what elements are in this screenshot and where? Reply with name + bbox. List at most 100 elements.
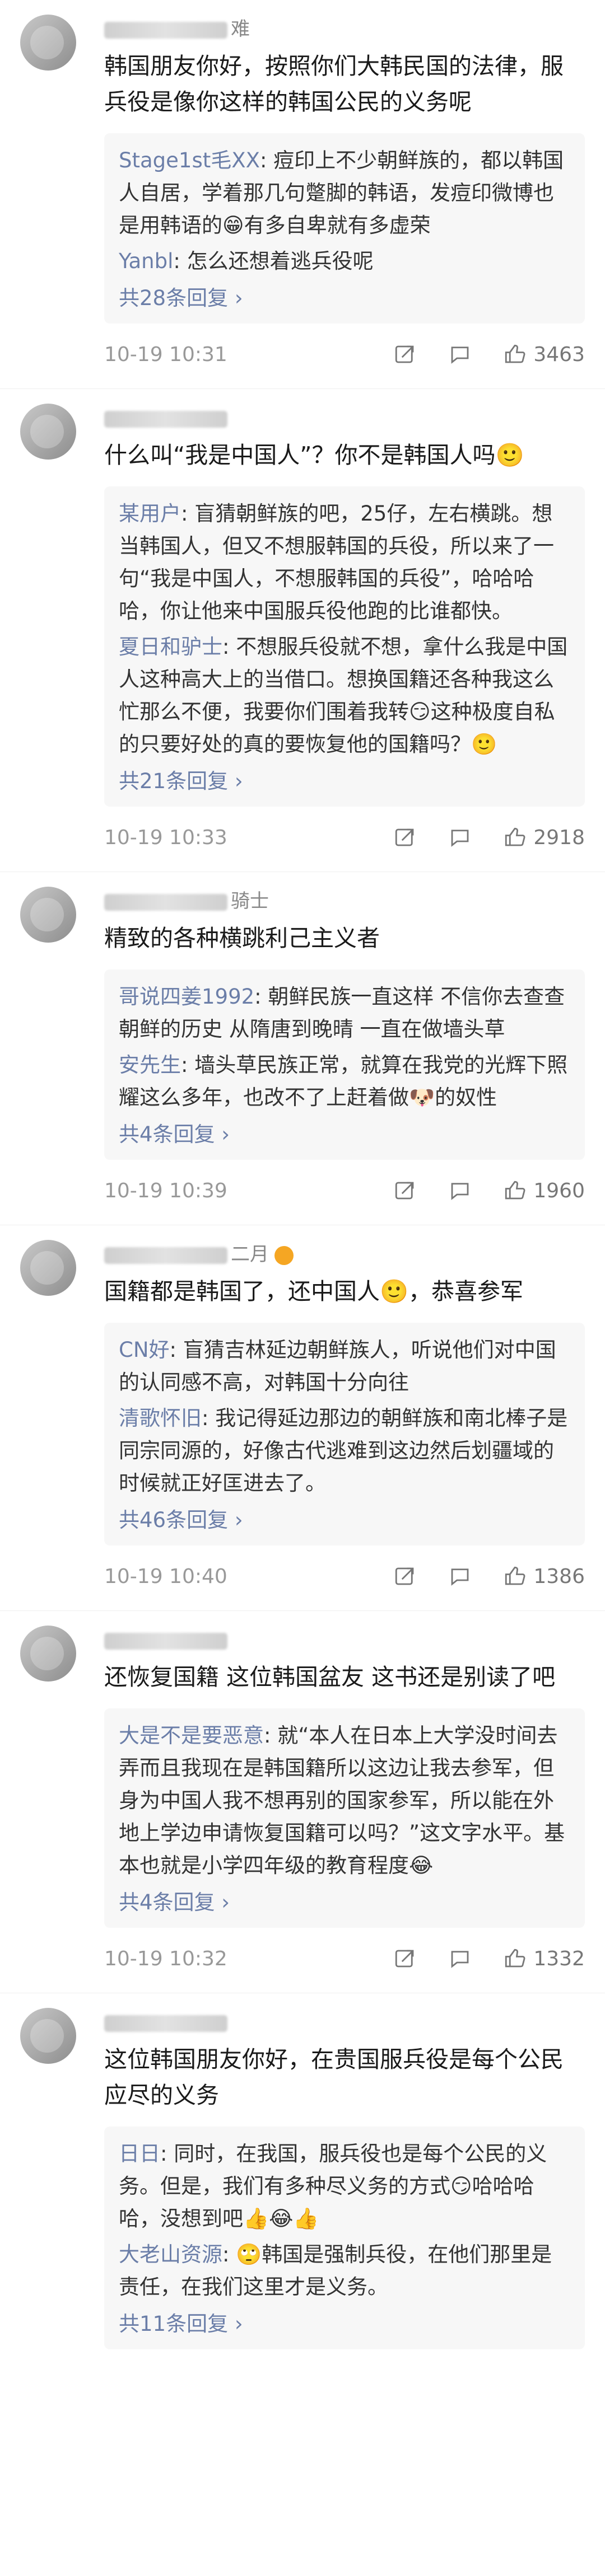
reply-text: 盲猜吉林延边朝鲜族人，听说他们对中国的认同感不高，对韩国十分向往 xyxy=(119,1338,556,1394)
reply-item: 大是不是要恶意: 就“本人在日本上大学没时间去弄而且我现在是韩国籍所以这边让我去… xyxy=(119,1723,565,1877)
share-icon xyxy=(395,1950,414,1968)
share-icon xyxy=(395,1182,414,1200)
thumbs-up-icon xyxy=(505,344,525,363)
reply-username[interactable]: Stage1st毛XX xyxy=(119,148,260,172)
avatar[interactable] xyxy=(20,15,76,71)
view-replies-link[interactable]: 共28条回复 › xyxy=(119,281,570,311)
timestamp: 10-19 10:31 xyxy=(104,343,227,366)
avatar[interactable] xyxy=(20,1240,76,1296)
reply-item: CN好: 盲猜吉林延边朝鲜族人，听说他们对中国的认同感不高，对韩国十分向往 xyxy=(119,1338,556,1394)
share-icon xyxy=(395,1567,414,1585)
avatar[interactable] xyxy=(20,2008,76,2064)
view-replies-link[interactable]: 共11条回复 › xyxy=(119,2307,570,2337)
reply-box[interactable]: Stage1st毛XX: 痘印上不少朝鲜族的，都以韩国人自居，学着那几句蹩脚的韩… xyxy=(104,133,585,324)
comment-footer: 10-19 10:40 1386 xyxy=(104,1562,585,1590)
like-button[interactable]: 1332 xyxy=(503,1947,585,1970)
username[interactable] xyxy=(104,1624,585,1656)
comment-button[interactable] xyxy=(448,343,472,366)
avatar[interactable] xyxy=(20,404,76,460)
timestamp: 10-19 10:33 xyxy=(104,826,227,849)
timestamp: 10-19 10:40 xyxy=(104,1565,227,1588)
comment-item: 二月 国籍都是韩国了，还中国人🙂，恭喜参军 CN好: 盲猜吉林延边朝鲜族人，听说… xyxy=(0,1225,605,1611)
comment-footer: 10-19 10:33 2918 xyxy=(104,823,585,851)
reply-item: 清歌怀旧: 我记得延边那边的朝鲜族和南北棒子是同宗同源的，好像古代逃难到这边然后… xyxy=(119,1406,568,1495)
comment-icon xyxy=(451,1568,469,1586)
reply-text: 墙头草民族正常，就算在我党的光辉下照耀这么多年，也改不了上赶着做🐶的奴性 xyxy=(119,1053,568,1109)
reply-text: 怎么还想着逃兵役呢 xyxy=(187,249,374,273)
comment-text: 国籍都是韩国了，还中国人🙂，恭喜参军 xyxy=(104,1278,524,1305)
reply-box[interactable]: 大是不是要恶意: 就“本人在日本上大学没时间去弄而且我现在是韩国籍所以这边让我去… xyxy=(104,1708,585,1928)
reply-item: 夏日和驴士: 不想服兵役就不想，拿什么我是中国人这种高大上的当借口。想换国籍还各… xyxy=(119,635,568,756)
like-button[interactable]: 2918 xyxy=(503,826,585,849)
comment-list: 难 韩国朋友你好，按照你们大韩民国的法律，服兵役是像你这样的韩国公民的义务呢 S… xyxy=(0,0,605,2369)
avatar[interactable] xyxy=(20,1626,76,1682)
reply-item: 日日: 同时，在我国，服兵役也是每个公民的义务。但是，我们有多种尽义务的方式😏哈… xyxy=(119,2142,547,2231)
reply-box[interactable]: CN好: 盲猜吉林延边朝鲜族人，听说他们对中国的认同感不高，对韩国十分向往 清歌… xyxy=(104,1323,585,1545)
username[interactable] xyxy=(104,2007,585,2038)
view-replies-link[interactable]: 共46条回复 › xyxy=(119,1503,570,1533)
share-button[interactable] xyxy=(393,826,417,849)
comment-footer: 10-19 10:39 1960 xyxy=(104,1177,585,1205)
comment-button[interactable] xyxy=(448,1179,472,1202)
reply-item: 某用户: 盲猜朝鲜族的吧，25仔，左右横跳。想当韩国人，但又不想服韩国的兵役，所… xyxy=(119,502,554,623)
reply-username[interactable]: CN好 xyxy=(119,1338,170,1362)
reply-username[interactable]: 哥说四姜1992 xyxy=(119,985,254,1009)
like-button[interactable]: 1386 xyxy=(503,1565,585,1588)
thumbs-up-icon xyxy=(505,827,525,846)
comment-item: 骑士 精致的各种横跳利己主义者 哥说四姜1992: 朝鲜民族一直这样 不信你去查… xyxy=(0,872,605,1225)
like-button[interactable]: 3463 xyxy=(503,343,585,366)
comment-button[interactable] xyxy=(448,1565,472,1588)
reply-box[interactable]: 哥说四姜1992: 朝鲜民族一直这样 不信你去查查朝鲜的历史 从隋唐到晚晴 一直… xyxy=(104,969,585,1160)
view-replies-link[interactable]: 共21条回复 › xyxy=(119,764,570,794)
comment-item: 难 韩国朋友你好，按照你们大韩民国的法律，服兵役是像你这样的韩国公民的义务呢 S… xyxy=(0,0,605,389)
comment-footer: 10-19 10:31 3463 xyxy=(104,340,585,368)
view-replies-link[interactable]: 共4条回复 › xyxy=(119,1885,570,1915)
like-count: 1386 xyxy=(533,1565,585,1588)
username[interactable] xyxy=(104,402,585,434)
share-button[interactable] xyxy=(393,343,417,366)
view-replies-link[interactable]: 共4条回复 › xyxy=(119,1117,570,1148)
comment-text: 韩国朋友你好，按照你们大韩民国的法律，服兵役是像你这样的韩国公民的义务呢 xyxy=(104,53,564,115)
thumbs-up-icon xyxy=(505,1181,525,1200)
reply-username[interactable]: 日日 xyxy=(119,2142,160,2166)
thumbs-up-icon xyxy=(505,1949,525,1968)
comment-text: 还恢复国籍 这位韩国盆友 这书还是别读了吧 xyxy=(104,1664,556,1690)
username[interactable]: 难 xyxy=(104,13,585,45)
reply-text: 同时，在我国，服兵役也是每个公民的义务。但是，我们有多种尽义务的方式😏哈哈哈哈，… xyxy=(119,2142,547,2231)
username-suffix: 二月 xyxy=(231,1243,269,1266)
username-suffix: 难 xyxy=(231,18,250,40)
reply-username[interactable]: 大是不是要恶意 xyxy=(119,1723,264,1748)
reply-username[interactable]: 清歌怀旧 xyxy=(119,1406,202,1430)
avatar[interactable] xyxy=(20,887,76,943)
reply-item: Stage1st毛XX: 痘印上不少朝鲜族的，都以韩国人自居，学着那几句蹩脚的韩… xyxy=(119,148,564,237)
share-button[interactable] xyxy=(393,1179,417,1202)
reply-username[interactable]: 安先生 xyxy=(119,1053,181,1077)
comment-text: 精致的各种横跳利己主义者 xyxy=(104,925,380,952)
comment-button[interactable] xyxy=(448,826,472,849)
comment-icon xyxy=(451,1183,469,1200)
reply-item: 安先生: 墙头草民族正常，就算在我党的光辉下照耀这么多年，也改不了上赶着做🐶的奴… xyxy=(119,1053,568,1109)
comment-item: 什么叫“我是中国人”？你不是韩国人吗🙂 某用户: 盲猜朝鲜族的吧，25仔，左右横… xyxy=(0,389,605,872)
comment-text: 什么叫“我是中国人”？你不是韩国人吗🙂 xyxy=(104,442,524,469)
comment-icon xyxy=(451,346,469,364)
reply-box[interactable]: 某用户: 盲猜朝鲜族的吧，25仔，左右横跳。想当韩国人，但又不想服韩国的兵役，所… xyxy=(104,486,585,807)
share-button[interactable] xyxy=(393,1947,417,1970)
comment-button[interactable] xyxy=(448,1947,472,1970)
reply-username[interactable]: 大老山资源 xyxy=(119,2242,222,2266)
reply-username[interactable]: 夏日和驴士 xyxy=(119,635,222,659)
reply-username[interactable]: 某用户 xyxy=(119,502,181,526)
reply-box[interactable]: 日日: 同时，在我国，服兵役也是每个公民的义务。但是，我们有多种尽义务的方式😏哈… xyxy=(104,2127,585,2349)
member-badge-icon xyxy=(274,1245,294,1265)
like-count: 1960 xyxy=(533,1179,585,1202)
share-icon xyxy=(395,828,414,846)
username[interactable]: 二月 xyxy=(104,1239,585,1270)
reply-username[interactable]: Yanbl xyxy=(119,249,173,273)
share-button[interactable] xyxy=(393,1565,417,1588)
reply-text: 盲猜朝鲜族的吧，25仔，左右横跳。想当韩国人，但又不想服韩国的兵役，所以来了一句… xyxy=(119,502,554,623)
comment-icon xyxy=(451,830,469,847)
comment-text: 这位韩国朋友你好，在贵国服兵役是每个公民应尽的义务 xyxy=(104,2046,564,2109)
like-count: 2918 xyxy=(533,826,585,849)
like-button[interactable]: 1960 xyxy=(503,1179,585,1202)
username[interactable]: 骑士 xyxy=(104,886,585,917)
username-suffix: 骑士 xyxy=(231,890,269,912)
